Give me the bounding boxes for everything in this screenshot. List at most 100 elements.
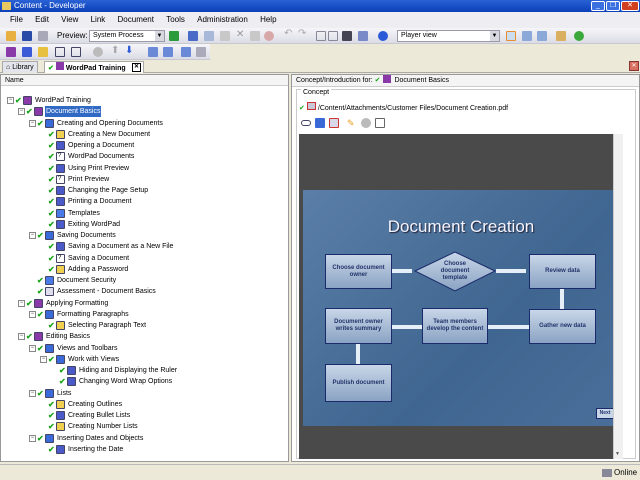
demote-icon[interactable] bbox=[163, 47, 173, 57]
insert-question-icon[interactable] bbox=[55, 47, 65, 57]
tree-item[interactable]: ✔ Creating Number Lists bbox=[1, 421, 286, 432]
layout-single-icon[interactable] bbox=[506, 31, 516, 41]
tree-item[interactable]: − ✔ Creating and Opening Documents bbox=[1, 118, 286, 129]
check-out-icon[interactable] bbox=[196, 47, 206, 57]
web-icon[interactable] bbox=[315, 118, 325, 128]
tree-item[interactable]: ✔ Changing the Page Setup bbox=[1, 185, 286, 196]
tree-item[interactable]: ✔ Adding a Password bbox=[1, 264, 286, 275]
tree-item[interactable]: ✔ Opening a Document bbox=[1, 140, 286, 151]
tree-item[interactable]: − ✔ Document Basics bbox=[1, 106, 286, 118]
tree-item[interactable]: ✔ Document Security bbox=[1, 275, 286, 286]
open-icon[interactable] bbox=[6, 31, 16, 41]
promote-icon[interactable] bbox=[148, 47, 158, 57]
tree-item[interactable]: ✔ Templates bbox=[1, 208, 286, 219]
tab-wordpad-training[interactable]: ✔ WordPad Training ✕ bbox=[44, 61, 144, 73]
publish-icon[interactable] bbox=[556, 31, 566, 41]
tree-item[interactable]: ✔ Saving a Document as a New File bbox=[1, 241, 286, 252]
collapse-toggle-icon[interactable]: − bbox=[40, 355, 47, 363]
tree-item[interactable]: ✔ Assessment - Document Basics bbox=[1, 286, 286, 297]
expand-icon[interactable] bbox=[316, 31, 326, 41]
go-icon[interactable] bbox=[169, 31, 179, 41]
insert-book-icon[interactable] bbox=[6, 47, 16, 57]
collapse-toggle-icon[interactable]: − bbox=[29, 232, 36, 239]
scroll-down-icon[interactable]: ▼ bbox=[615, 451, 620, 457]
menu-file[interactable]: File bbox=[10, 15, 23, 24]
move-down-icon[interactable]: ⬇ bbox=[125, 45, 135, 56]
tree-item[interactable]: ✔? Print Preview bbox=[1, 174, 286, 185]
move-up-icon[interactable]: ⬆ bbox=[111, 45, 121, 56]
collapse-toggle-icon[interactable]: − bbox=[29, 119, 36, 127]
link-settings-icon[interactable] bbox=[93, 47, 103, 57]
restore-button[interactable]: ❐ bbox=[606, 1, 620, 11]
refresh-icon[interactable] bbox=[574, 31, 584, 41]
viewer-scrollbar[interactable]: ▼ bbox=[613, 134, 623, 459]
tree-item[interactable]: − ✔ WordPad Training bbox=[1, 95, 286, 106]
menu-link[interactable]: Link bbox=[91, 15, 106, 24]
redo-icon[interactable]: ↷ bbox=[298, 28, 308, 39]
collapse-toggle-icon[interactable]: − bbox=[18, 333, 25, 341]
tree-item[interactable]: − ✔ Inserting Dates and Objects bbox=[1, 433, 286, 444]
tree-item[interactable]: ✔? Saving a Document bbox=[1, 253, 286, 264]
next-button[interactable]: Next bbox=[596, 408, 614, 419]
insert-topic-icon[interactable] bbox=[38, 47, 48, 57]
menu-tools[interactable]: Tools bbox=[166, 15, 185, 24]
edit-pencil-icon[interactable]: ✎ bbox=[347, 118, 357, 128]
properties-icon[interactable] bbox=[250, 31, 260, 41]
print-icon[interactable] bbox=[38, 31, 48, 41]
tree-item[interactable]: ✔ Exiting WordPad bbox=[1, 219, 286, 230]
close-tab-icon[interactable]: ✕ bbox=[131, 63, 141, 72]
menu-document[interactable]: Document bbox=[118, 15, 154, 24]
layout-vertical-icon[interactable] bbox=[537, 31, 547, 41]
tree-item[interactable]: ✔ Inserting the Date bbox=[1, 444, 286, 455]
insert-assessment-icon[interactable] bbox=[71, 47, 81, 57]
find-icon[interactable] bbox=[264, 31, 274, 41]
preview-select[interactable]: System Process ▼ bbox=[89, 30, 165, 42]
tree-item[interactable]: − ✔ Saving Documents bbox=[1, 230, 286, 241]
tree-item[interactable]: ✔ Using Print Preview bbox=[1, 163, 286, 174]
check-in-icon[interactable] bbox=[181, 47, 191, 57]
tab-library[interactable]: ⌂ Library bbox=[2, 61, 38, 73]
cut-icon[interactable] bbox=[188, 31, 198, 41]
tree-item[interactable]: ✔ Creating a New Document bbox=[1, 129, 286, 140]
preview-icon[interactable] bbox=[375, 118, 385, 128]
collapse-toggle-icon[interactable]: − bbox=[7, 97, 14, 104]
tree-item[interactable]: ✔ Creating Bullet Lists bbox=[1, 410, 286, 421]
menu-view[interactable]: View bbox=[61, 15, 78, 24]
tree-item[interactable]: − ✔ Formatting Paragraphs bbox=[1, 309, 286, 320]
copy-icon[interactable] bbox=[204, 31, 214, 41]
tree-item[interactable]: − ✔ Views and Toolbars bbox=[1, 343, 286, 354]
attachment-path[interactable]: /Content/Attachments/Customer Files/Docu… bbox=[318, 105, 508, 112]
close-button[interactable]: ✕ bbox=[621, 1, 639, 11]
undo-icon[interactable]: ↶ bbox=[284, 28, 294, 39]
collapse-toggle-icon[interactable]: − bbox=[29, 310, 36, 318]
collapse-icon[interactable] bbox=[328, 31, 338, 41]
close-all-icon[interactable]: ✕ bbox=[629, 61, 639, 71]
paste-icon[interactable] bbox=[220, 31, 230, 41]
layout-horizontal-icon[interactable] bbox=[522, 31, 532, 41]
menu-administration[interactable]: Administration bbox=[197, 15, 248, 24]
menu-help[interactable]: Help bbox=[260, 15, 276, 24]
binoculars-icon[interactable] bbox=[342, 31, 352, 41]
collapse-toggle-icon[interactable]: − bbox=[29, 434, 36, 442]
column-header-name[interactable]: Name bbox=[1, 75, 288, 86]
minimize-button[interactable]: _ bbox=[591, 1, 605, 11]
collapse-toggle-icon[interactable]: − bbox=[29, 344, 36, 352]
collapse-toggle-icon[interactable]: − bbox=[18, 299, 25, 307]
tree-item[interactable]: ✔? WordPad Documents bbox=[1, 151, 286, 162]
delete-icon[interactable]: ✕ bbox=[236, 29, 246, 40]
tree-item[interactable]: − ✔ Applying Formatting bbox=[1, 298, 286, 309]
help-icon[interactable] bbox=[378, 31, 388, 41]
tree-item[interactable]: − ✔ Work with Views bbox=[1, 354, 286, 365]
collapse-toggle-icon[interactable]: − bbox=[18, 108, 25, 116]
tree-item[interactable]: ✔ Selecting Paragraph Text bbox=[1, 320, 286, 331]
tree-item[interactable]: ✔ Changing Word Wrap Options bbox=[1, 376, 286, 387]
attachment-icon[interactable] bbox=[329, 118, 339, 128]
spellcheck-icon[interactable] bbox=[358, 31, 368, 41]
save-icon[interactable] bbox=[22, 31, 32, 41]
view-select[interactable]: Player view ▼ bbox=[397, 30, 500, 42]
settings-icon[interactable] bbox=[361, 118, 371, 128]
tree-item[interactable]: ✔ Creating Outlines bbox=[1, 399, 286, 410]
tree-item[interactable]: − ✔ Lists bbox=[1, 388, 286, 399]
menu-edit[interactable]: Edit bbox=[35, 15, 49, 24]
collapse-toggle-icon[interactable]: − bbox=[29, 389, 36, 397]
